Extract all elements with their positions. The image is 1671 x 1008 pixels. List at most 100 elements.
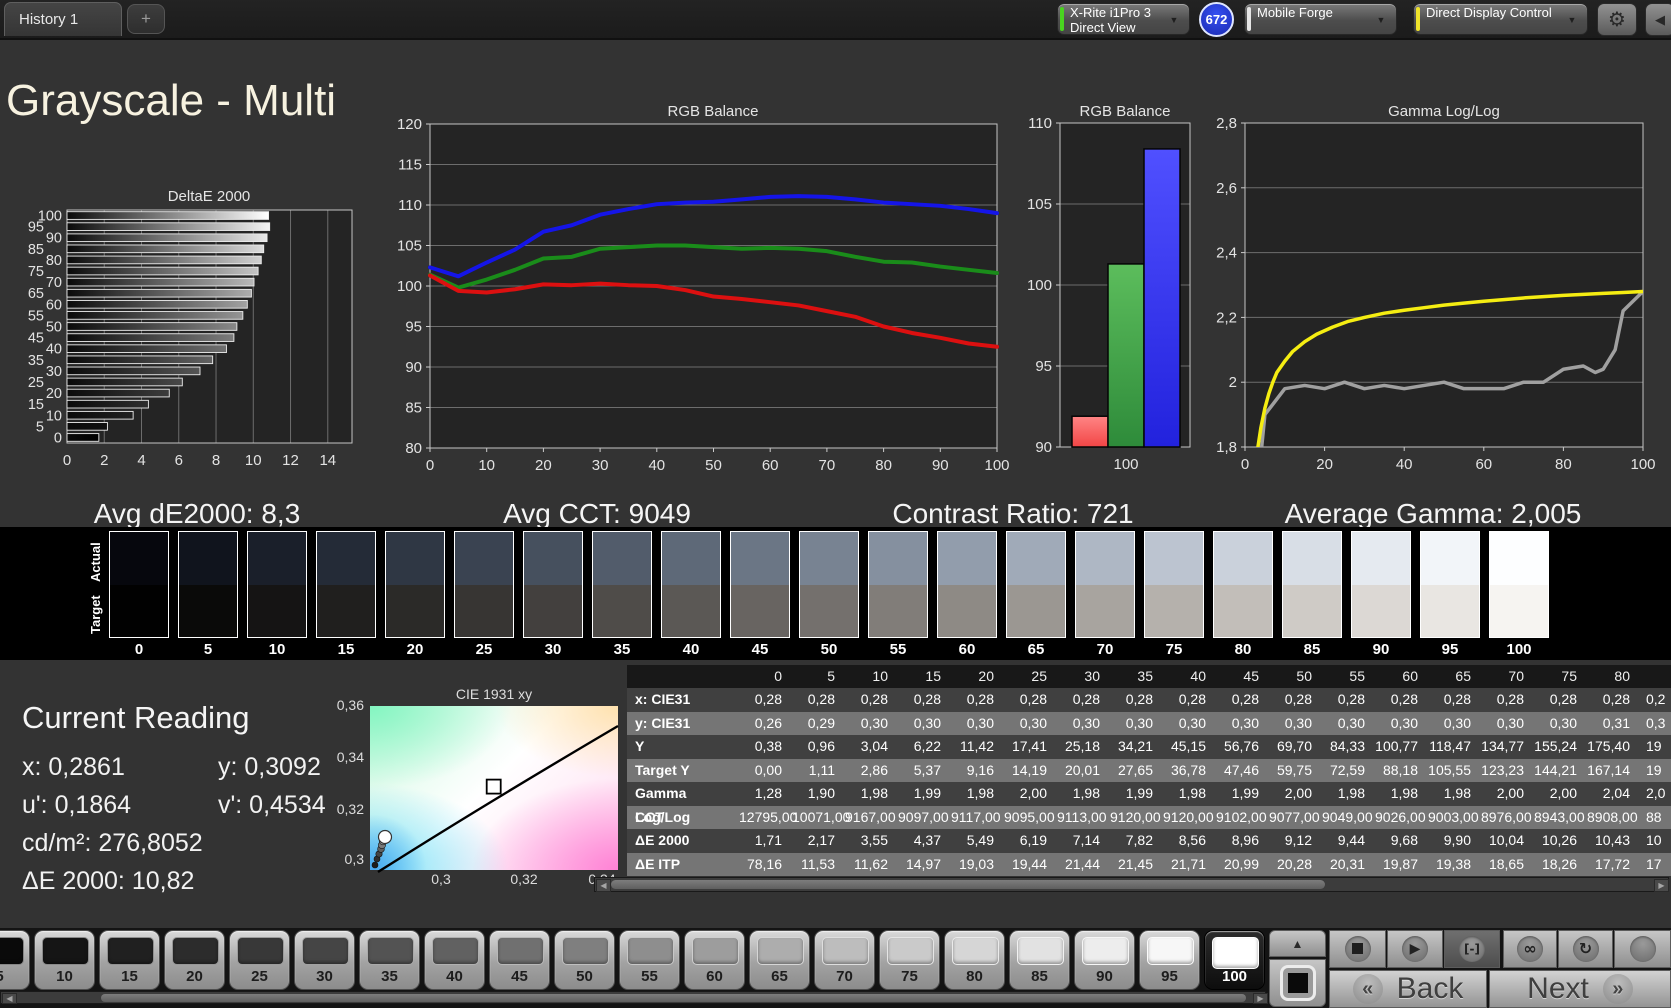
- grayscale-swatch: [178, 531, 238, 638]
- svg-text:70: 70: [819, 457, 836, 474]
- collapse-panel-button[interactable]: ◀: [1645, 3, 1671, 36]
- grayscale-swatch: [1075, 531, 1135, 638]
- table-cell: 19: [1646, 761, 1662, 778]
- settings-button[interactable]: ⚙: [1597, 3, 1637, 36]
- grayscale-level-button[interactable]: 70: [814, 930, 875, 990]
- table-cell: 14,19: [1011, 761, 1047, 778]
- svg-text:75: 75: [28, 264, 44, 280]
- table-cell: 8908,00: [1587, 808, 1638, 825]
- grayscale-level-button[interactable]: 20: [164, 930, 225, 990]
- grayscale-level-button[interactable]: 60: [684, 930, 745, 990]
- svg-text:45: 45: [28, 331, 44, 347]
- grayscale-level-button[interactable]: 25: [229, 930, 290, 990]
- re-measure-button[interactable]: ↻: [1558, 930, 1613, 968]
- table-scrollbar[interactable]: ◀ ▶: [594, 877, 1669, 892]
- next-chevrons-icon: »: [1602, 974, 1633, 1004]
- grayscale-level-button[interactable]: 35: [359, 930, 420, 990]
- stop-button[interactable]: [1329, 930, 1386, 968]
- table-row: y: CIE31 0,26 0,29 0,30 0,30 0,30 0,30 0,30 0,30…: [627, 711, 1671, 735]
- scroll-left-icon[interactable]: ◀: [596, 879, 611, 892]
- reading-v: v': 0,4534: [218, 791, 326, 819]
- grayscale-level-button[interactable]: 50: [554, 930, 615, 990]
- svg-text:120: 120: [397, 116, 422, 133]
- svg-text:40: 40: [1396, 456, 1413, 473]
- swatch-level-label: 50: [820, 641, 838, 658]
- grayscale-level-button[interactable]: 55: [619, 930, 680, 990]
- single-measure-button[interactable]: [-]: [1444, 930, 1500, 968]
- continuous-measure-button[interactable]: ∞: [1503, 930, 1557, 968]
- table-cell: 1,98: [1390, 785, 1418, 801]
- add-tab-button[interactable]: +: [127, 4, 165, 34]
- table-cell: 0,28: [966, 691, 994, 707]
- display-control-selector[interactable]: Direct Display Control ▼: [1413, 3, 1588, 35]
- table-row-label: Gamma Log/Log: [635, 785, 691, 825]
- table-cell: 0,30: [1178, 714, 1206, 731]
- grayscale-level-button[interactable]: 85: [1009, 930, 1070, 990]
- grayscale-level-button[interactable]: 15: [99, 930, 160, 990]
- table-cell: 1,90: [807, 785, 835, 801]
- table-cell: 84,33: [1329, 738, 1365, 754]
- table-cell: 167,14: [1587, 761, 1630, 778]
- table-cell: 0,30: [1231, 714, 1259, 731]
- table-cell: 11,62: [854, 855, 888, 872]
- cie-chart-title: CIE 1931 xy: [455, 686, 533, 702]
- table-cell: 0,38: [754, 738, 782, 754]
- table-header-cell: 10: [872, 668, 888, 684]
- table-cell: 2,0: [1646, 785, 1666, 801]
- svg-text:25: 25: [28, 375, 44, 391]
- svg-text:105: 105: [1027, 196, 1052, 213]
- scroll-right-icon[interactable]: ▶: [1253, 993, 1268, 1004]
- table-row: x: CIE31 0,28 0,28 0,28 0,28 0,28 0,28 0,28 0,28…: [627, 688, 1671, 712]
- grayscale-level-button[interactable]: 100: [1204, 930, 1265, 990]
- table-cell: 0,30: [1019, 714, 1047, 731]
- grayscale-swatch: [316, 531, 376, 638]
- grayscale-level-button[interactable]: 5: [0, 930, 30, 990]
- table-cell: 9097,00: [898, 808, 949, 825]
- grayscale-level-button[interactable]: 75: [879, 930, 940, 990]
- grayscale-level-button[interactable]: 45: [489, 930, 550, 990]
- table-header-cell: 45: [1243, 668, 1259, 684]
- back-button[interactable]: « Back: [1329, 970, 1487, 1008]
- play-button[interactable]: ▶: [1387, 930, 1443, 968]
- grayscale-level-button[interactable]: 30: [294, 930, 355, 990]
- source-status-stripe: [1247, 7, 1251, 31]
- scroll-right-icon[interactable]: ▶: [1654, 879, 1669, 892]
- swatch-level-label: 10: [268, 641, 286, 658]
- grayscale-level-button[interactable]: 80: [944, 930, 1005, 990]
- table-header-cell: 50: [1296, 668, 1312, 684]
- table-cell: 0,30: [1337, 714, 1365, 731]
- grayscale-level-button[interactable]: 95: [1139, 930, 1200, 990]
- table-cell: 0,30: [1125, 714, 1153, 731]
- grayscale-level-button[interactable]: 10: [34, 930, 95, 990]
- table-cell: 0,28: [754, 691, 782, 707]
- scroll-left-icon[interactable]: ◀: [2, 993, 17, 1004]
- table-scrollbar-thumb[interactable]: [611, 880, 1325, 889]
- extra-control-button[interactable]: [1614, 930, 1671, 968]
- table-header-cell: 75: [1561, 668, 1577, 684]
- table-cell: 19,38: [1435, 855, 1471, 872]
- source-selector[interactable]: Mobile Forge ▼: [1244, 3, 1397, 35]
- level-scrollbar-thumb[interactable]: [101, 994, 1246, 1002]
- grayscale-level-button[interactable]: 40: [424, 930, 485, 990]
- pattern-window-button[interactable]: [1269, 959, 1326, 1007]
- tab-history[interactable]: History 1: [4, 2, 122, 36]
- grayscale-level-button[interactable]: 65: [749, 930, 810, 990]
- pattern-up-button[interactable]: ▲: [1269, 930, 1326, 957]
- level-scrollbar[interactable]: ◀ ▶: [0, 991, 1268, 1004]
- table-cell: 5,49: [966, 832, 994, 848]
- table-cell: 105,55: [1428, 761, 1471, 778]
- table-cell: 47,46: [1223, 761, 1259, 778]
- table-cell: 0,28: [1602, 691, 1630, 707]
- grayscale-level-button[interactable]: 90: [1074, 930, 1135, 990]
- svg-text:50: 50: [46, 320, 62, 336]
- reading-de2000: ΔE 2000: 10,82: [22, 867, 195, 895]
- meter-selector[interactable]: X-Rite i1Pro 3 Direct View ▼: [1057, 3, 1190, 35]
- grayscale-swatch: [661, 531, 721, 638]
- svg-text:10: 10: [245, 452, 262, 469]
- chevron-down-icon: ▼: [1169, 15, 1179, 25]
- table-row-label: y: CIE31: [635, 714, 691, 731]
- meter-reading-badge: 672: [1199, 2, 1234, 37]
- table-cell: 0,30: [860, 714, 888, 731]
- next-button[interactable]: Next »: [1489, 970, 1671, 1008]
- svg-text:2: 2: [1229, 374, 1237, 391]
